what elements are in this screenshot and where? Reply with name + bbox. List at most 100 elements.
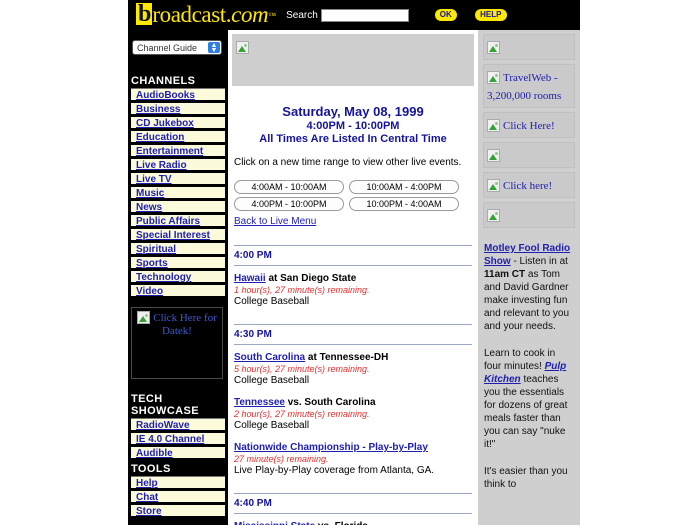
- broken-image-icon: [487, 209, 500, 222]
- event-item: Hawaii at San Diego State 1 hour(s), 27 m…: [234, 273, 472, 308]
- broken-image-icon: [487, 71, 500, 84]
- event-link[interactable]: South Carolina: [234, 352, 305, 363]
- tools-item-help[interactable]: Help: [131, 476, 225, 489]
- sidebar-item-live-tv[interactable]: Live TV: [131, 172, 225, 185]
- event-time-remaining: 5 hour(s), 27 minute(s) remaining.: [234, 364, 370, 374]
- schedule-time-range: 4:00PM - 10:00PM: [306, 120, 400, 132]
- right-ads-list: TravelWeb - 3,200,000 rooms Click Here! Cl…: [478, 34, 580, 228]
- broken-image-icon: [487, 41, 500, 54]
- help-button[interactable]: HELP: [474, 9, 507, 21]
- broken-image-icon: [487, 149, 500, 162]
- event-link[interactable]: Tennessee: [234, 397, 285, 408]
- event-time-remaining: 27 minute(s) remaining.: [234, 454, 329, 464]
- tools-heading: TOOLS: [131, 463, 171, 475]
- channel-guide-selected-value: Channel Guide: [137, 42, 198, 53]
- event-title: Nationwide Championship - Play-by-Play: [234, 442, 472, 454]
- time-range-buttons: 4:00AM - 10:00AM 10:00AM - 4:00PM 4:00PM -…: [234, 180, 464, 211]
- motley-fool-promo: Motley Fool Radio Show - Listen in at 11…: [484, 242, 574, 333]
- channel-guide-select-wrap: Channel Guide ▲ ▼: [128, 30, 228, 55]
- sidebar-item-public-affairs[interactable]: Public Affairs: [131, 214, 225, 227]
- slot-time-label: 4:40 PM: [234, 498, 272, 509]
- right-ad-2[interactable]: Click Here!: [483, 112, 575, 138]
- page-root: b roadcast.com ™ Search OK HELP Channel Gu…: [0, 0, 700, 525]
- sidebar-item-news[interactable]: News: [131, 200, 225, 213]
- sidebar-item-spiritual[interactable]: Spiritual: [131, 242, 225, 255]
- event-time-remaining: 1 hour(s), 27 minute(s) remaining.: [234, 285, 370, 295]
- top-header-bar: b roadcast.com ™ Search OK HELP: [128, 0, 580, 30]
- sidebar-item-live-radio[interactable]: Live Radio: [131, 158, 225, 171]
- sidebar-item-audiobooks[interactable]: AudioBooks: [131, 88, 225, 101]
- tech-item-audible[interactable]: Audible: [131, 446, 225, 459]
- right-ad-0[interactable]: [483, 34, 575, 60]
- time-slot: 4:40 PM Mississippi State vs. Florida2 ho…: [228, 493, 478, 525]
- tech-showcase-list: RadioWave IE 4.0 Channel Audible: [128, 418, 228, 459]
- time-range-button-2[interactable]: 4:00PM - 10:00PM: [234, 197, 344, 211]
- tools-item-chat[interactable]: Chat: [131, 490, 225, 503]
- event-link[interactable]: Nationwide Championship - Play-by-Play: [234, 442, 428, 453]
- event-description: College Baseball: [234, 375, 310, 386]
- datek-ad-text: Click Here for Datek!: [153, 312, 217, 337]
- tech-showcase-heading: TECH SHOWCASE: [131, 393, 199, 417]
- channels-heading: CHANNELS: [131, 75, 196, 87]
- logo-text-plain: roadcast.: [152, 1, 232, 27]
- tools-item-store[interactable]: Store: [131, 504, 225, 517]
- right-ad-1[interactable]: TravelWeb - 3,200,000 rooms: [483, 64, 575, 108]
- event-description: Live Play-by-Play coverage from Atlanta,…: [234, 465, 435, 476]
- channel-guide-select[interactable]: Channel Guide ▲ ▼: [132, 40, 222, 55]
- event-title-rest: at San Diego State: [265, 273, 357, 284]
- top-banner-ad[interactable]: [232, 34, 474, 86]
- broken-image-icon: [487, 179, 500, 192]
- event-link[interactable]: Mississippi State: [234, 521, 315, 525]
- event-time-remaining: 2 hour(s), 27 minute(s) remaining.: [234, 409, 370, 419]
- event-item: Tennessee vs. South Carolina 2 hour(s), 2…: [234, 397, 472, 432]
- time-range-button-0[interactable]: 4:00AM - 10:00AM: [234, 180, 344, 194]
- schedule-date: Saturday, May 08, 1999: [282, 104, 424, 119]
- tools-list: Help Chat Store: [128, 476, 228, 517]
- chevron-updown-icon[interactable]: ▲ ▼: [208, 42, 220, 54]
- time-slot: 4:30 PM South Carolina at Tennessee-DH 5 h…: [228, 324, 478, 477]
- sidebar-item-special-interest[interactable]: Special Interest: [131, 228, 225, 241]
- right-ad-3[interactable]: [483, 142, 575, 168]
- datek-ad-banner[interactable]: Click Here for Datek!: [131, 307, 223, 379]
- event-title: Tennessee vs. South Carolina: [234, 397, 472, 409]
- search-input[interactable]: [320, 8, 409, 22]
- time-range-button-3[interactable]: 10:00PM - 4:00AM: [349, 197, 459, 211]
- trademark-icon: ™: [268, 10, 277, 20]
- sidebar-item-entertainment[interactable]: Entertainment: [131, 144, 225, 157]
- sidebar-item-education[interactable]: Education: [131, 130, 225, 143]
- sidebar-item-video[interactable]: Video: [131, 284, 225, 297]
- schedule-date-header: Saturday, May 08, 1999 4:00PM - 10:00PM …: [228, 104, 478, 145]
- schedule-instruction: Click on a new time range to view other …: [234, 157, 462, 168]
- event-description: College Baseball: [234, 296, 310, 307]
- third-promo-text: It's easier than you think to: [484, 466, 568, 490]
- right-ad-5[interactable]: [483, 202, 575, 228]
- sidebar-item-cd-jukebox[interactable]: CD Jukebox: [131, 116, 225, 129]
- right-ad-label: Click here!: [503, 180, 553, 192]
- tech-item-radiowave[interactable]: RadioWave: [131, 418, 225, 431]
- time-range-button-1[interactable]: 10:00AM - 4:00PM: [349, 180, 459, 194]
- left-sidebar: Channel Guide ▲ ▼ CHANNELS AudioBooks Busi…: [128, 30, 228, 525]
- right-ad-label: Click Here!: [503, 120, 555, 132]
- third-promo: It's easier than you think to: [484, 465, 574, 491]
- event-title: South Carolina at Tennessee-DH: [234, 352, 472, 364]
- sidebar-item-business[interactable]: Business: [131, 102, 225, 115]
- sidebar-item-technology[interactable]: Technology: [131, 270, 225, 283]
- event-title-rest: at Tennessee-DH: [305, 352, 389, 363]
- motley-fool-time: 11am CT: [484, 269, 526, 280]
- event-item: South Carolina at Tennessee-DH 5 hour(s),…: [234, 352, 472, 387]
- time-slot: 4:00 PM Hawaii at San Diego State 1 hour(s…: [228, 245, 478, 308]
- search-label: Search: [286, 9, 318, 21]
- event-title: Hawaii at San Diego State: [234, 273, 472, 285]
- back-to-live-menu-link[interactable]: Back to Live Menu: [234, 216, 316, 227]
- tech-item-ie-4-0-channel[interactable]: IE 4.0 Channel: [131, 432, 225, 445]
- slot-time-label: 4:00 PM: [234, 250, 272, 261]
- sidebar-item-sports[interactable]: Sports: [131, 256, 225, 269]
- broadcast-com-logo[interactable]: b roadcast.com ™: [136, 2, 276, 28]
- event-link[interactable]: Hawaii: [234, 273, 266, 284]
- sidebar-item-music[interactable]: Music: [131, 186, 225, 199]
- event-title: Mississippi State vs. Florida: [234, 521, 472, 525]
- broken-image-icon: [487, 119, 500, 132]
- ok-button[interactable]: OK: [434, 9, 457, 21]
- right-ad-4[interactable]: Click here!: [483, 172, 575, 198]
- event-title-rest: vs. Florida: [315, 521, 368, 525]
